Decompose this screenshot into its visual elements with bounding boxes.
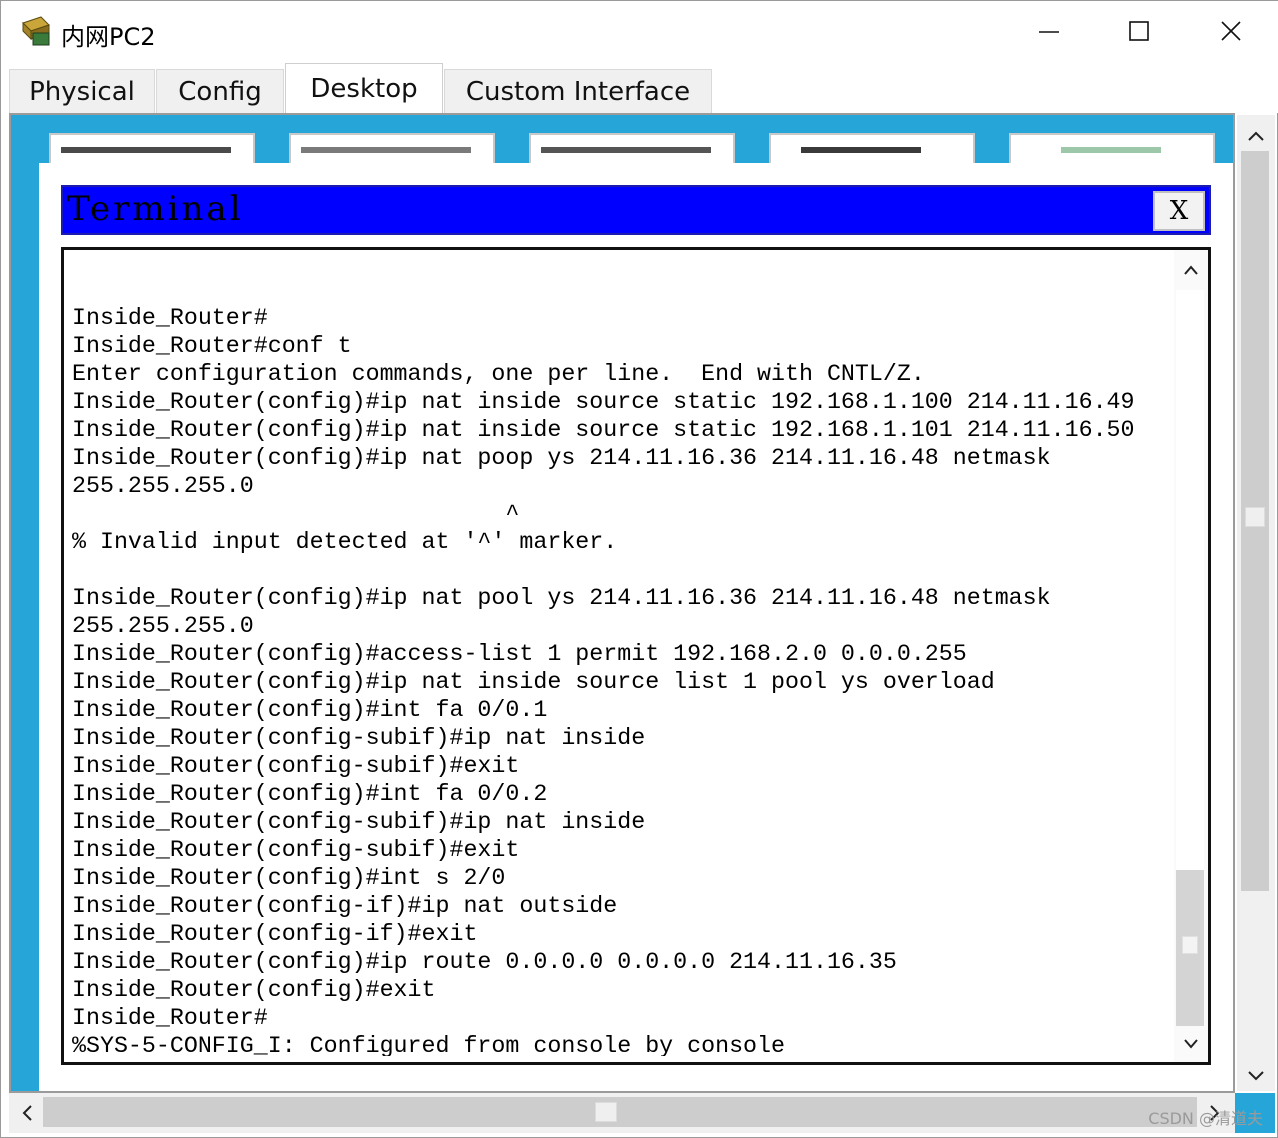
console-line: Inside_Router(config)#access-list 1 perm… (72, 641, 967, 667)
terminal-title: Terminal (67, 189, 244, 229)
console-line: Inside_Router(config)#ip nat inside sour… (72, 669, 995, 695)
console-line: % Invalid input detected at '^' marker. (72, 529, 618, 555)
console-line: Inside_Router(config)#exit (72, 977, 436, 1003)
chevron-down-icon (1248, 1071, 1264, 1081)
desktop-scroll-left-button[interactable] (13, 1097, 41, 1129)
desktop-vertical-scrollbar[interactable] (1237, 115, 1275, 1091)
tab-desktop[interactable]: Desktop (285, 63, 443, 113)
console-line: 255.255.255.0 (72, 473, 254, 499)
terminal-console[interactable]: Inside_Router# Inside_Router#conf t Enter … (61, 247, 1211, 1065)
console-line: Inside_Router(config-if)#exit (72, 921, 478, 947)
packet-tracer-pc-icon (19, 15, 53, 47)
console-line: Inside_Router# (72, 1005, 268, 1031)
console-line: Enter configuration commands, one per li… (72, 361, 925, 387)
console-line: Inside_Router# (72, 305, 268, 331)
console-line: ^ (72, 501, 520, 527)
scroll-grip-icon (595, 1102, 617, 1122)
maximize-button[interactable] (1109, 9, 1169, 53)
console-line: Inside_Router(config-subif)#ip nat insid… (72, 809, 646, 835)
desktop-horizontal-scrollbar[interactable] (9, 1093, 1235, 1133)
close-button[interactable] (1201, 9, 1261, 53)
title-bar[interactable]: 内网PC2 (1, 1, 1278, 61)
console-line: Inside_Router(config-if)#ip nat outside (72, 893, 618, 919)
terminal-close-button[interactable]: X (1153, 191, 1205, 231)
console-line: Inside_Router(config-subif)#exit (72, 837, 520, 863)
console-line: Inside_Router(config)#ip nat inside sour… (72, 417, 1135, 443)
window-title: 内网PC2 (61, 23, 156, 51)
console-line: Inside_Router#conf t (72, 333, 352, 359)
tab-custom-interface[interactable]: Custom Interface (444, 69, 712, 113)
console-line: Inside_Router(config)#int s 2/0 (72, 865, 506, 891)
scroll-grip-icon (1245, 507, 1265, 527)
minimize-icon (1039, 31, 1059, 33)
console-scroll-thumb[interactable] (1176, 870, 1204, 1026)
console-line: Inside_Router(config-subif)#exit (72, 753, 520, 779)
console-scrollbar[interactable] (1174, 250, 1208, 1062)
desktop-horizontal-scroll-thumb[interactable] (43, 1097, 1197, 1127)
console-line: %SYS-5-CONFIG_I: Configured from console… (72, 1033, 786, 1056)
scroll-grip-icon (1182, 936, 1198, 954)
console-line: Inside_Router(config)#ip nat poop ys 214… (72, 445, 1051, 471)
maximize-icon (1129, 21, 1149, 41)
terminal-window: Terminal X Inside_Router# Inside_Router#c… (39, 163, 1233, 1091)
tab-physical[interactable]: Physical (9, 69, 155, 113)
desktop-scroll-up-button[interactable] (1237, 121, 1275, 151)
console-line: 255.255.255.0 (72, 613, 254, 639)
chevron-left-icon (22, 1105, 32, 1121)
console-line: Inside_Router(config-subif)#ip nat insid… (72, 725, 646, 751)
desktop-vertical-scroll-thumb[interactable] (1241, 151, 1269, 891)
console-line: Inside_Router(config)#ip route 0.0.0.0 0… (72, 949, 897, 975)
console-line: Inside_Router(config)#ip nat inside sour… (72, 389, 1135, 415)
console-line: Inside_Router(config)#int fa 0/0.1 (72, 697, 548, 723)
app-window: 内网PC2 Physical Config Desktop Custom Int… (0, 0, 1278, 1138)
terminal-title-bar[interactable]: Terminal X (61, 185, 1211, 235)
minimize-button[interactable] (1019, 9, 1079, 53)
chevron-up-icon (1184, 265, 1198, 275)
close-icon (1221, 21, 1241, 41)
console-scroll-down-button[interactable] (1174, 1032, 1208, 1056)
console-scroll-up-button[interactable] (1174, 258, 1208, 282)
console-line: Inside_Router(config)#int fa 0/0.2 (72, 781, 548, 807)
chevron-down-icon (1184, 1039, 1198, 1049)
tab-config[interactable]: Config (156, 69, 284, 113)
watermark: CSDN @清道夫 (1148, 1109, 1263, 1128)
console-output[interactable]: Inside_Router# Inside_Router#conf t Enter … (72, 276, 1172, 1056)
desktop-scroll-down-button[interactable] (1237, 1061, 1275, 1091)
chevron-up-icon (1248, 131, 1264, 141)
tab-bar: Physical Config Desktop Custom Interface (1, 61, 1278, 113)
console-line: Inside_Router(config)#ip nat pool ys 214… (72, 585, 1051, 611)
